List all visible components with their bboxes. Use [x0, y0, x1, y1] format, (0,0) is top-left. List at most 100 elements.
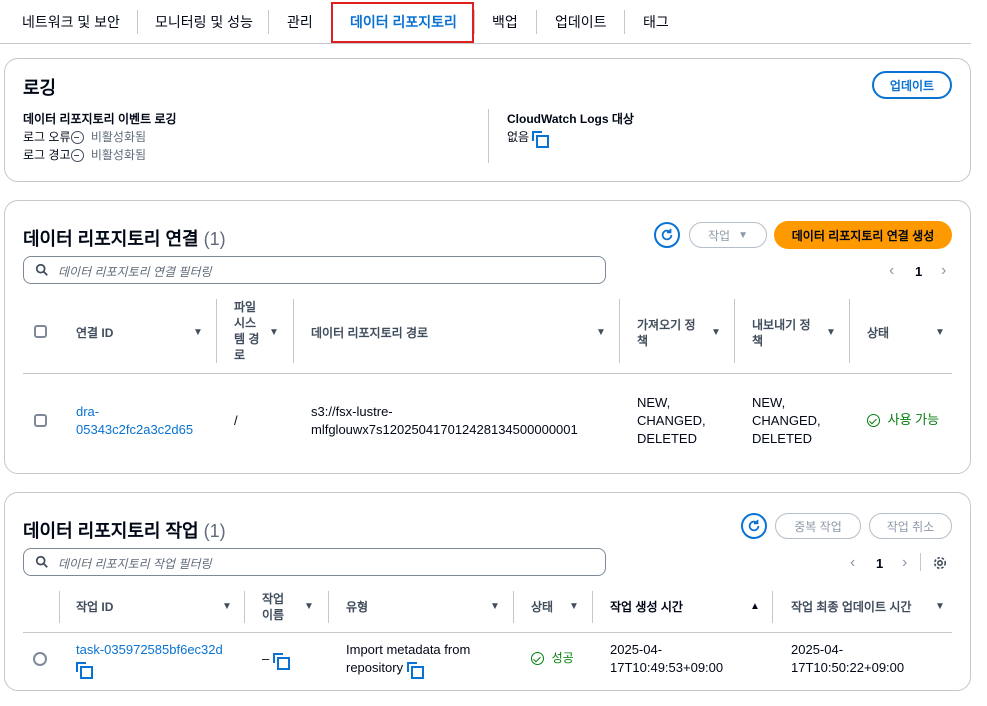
header-line: 시스 — [234, 316, 257, 330]
updated-line: 17T10:50:22+09:00 — [791, 660, 905, 675]
associations-title: 데이터 리포지토리 연결 — [23, 229, 199, 249]
tasks-title-row: 데이터 리포지토리 작업 (1) — [23, 517, 226, 543]
task-created-cell: 2025-04- 17T10:49:53+09:00 — [610, 641, 723, 677]
task-name-value: – — [262, 651, 270, 666]
chevron-right-icon[interactable]: › — [902, 554, 907, 572]
policy-line: CHANGED, — [637, 413, 706, 428]
tab-administration[interactable]: 관리 — [287, 12, 313, 32]
search-icon — [35, 263, 48, 276]
caret-down-icon[interactable]: ▼ — [935, 601, 945, 612]
caret-down-icon[interactable]: ▼ — [269, 327, 279, 338]
col-creation-time[interactable]: 작업 생성 시간 — [610, 599, 683, 615]
column-divider — [734, 299, 735, 363]
caret-down-icon[interactable]: ▼ — [222, 601, 232, 612]
header-line: 로 — [234, 348, 246, 362]
status-success-icon — [867, 414, 880, 428]
associations-filter-placeholder: 데이터 리포지토리 연결 필터링 — [58, 265, 212, 279]
col-association-id[interactable]: 연결 ID — [76, 325, 113, 341]
status-disabled-icon — [70, 131, 84, 145]
task-name-cell: – — [262, 650, 290, 670]
col-type[interactable]: 유형 — [346, 599, 368, 615]
caret-down-icon[interactable]: ▼ — [596, 327, 606, 338]
associations-count: (1) — [203, 229, 226, 249]
logging-title: 로깅 — [23, 78, 57, 98]
page-number[interactable]: 1 — [876, 556, 883, 571]
page-number[interactable]: 1 — [915, 264, 922, 279]
data-repository-tasks-panel: 데이터 리포지토리 작업 (1) 중복 작업 작업 취소 데이터 리포지토리 작… — [4, 492, 971, 691]
policy-line: NEW, — [637, 395, 671, 410]
header-divider — [23, 373, 952, 374]
caret-down-icon[interactable]: ▼ — [490, 601, 500, 612]
tasks-filter-input[interactable]: 데이터 리포지토리 작업 필터링 — [23, 548, 606, 576]
tab-divider — [474, 10, 475, 34]
log-warnings-value: 비활성화됨 — [90, 148, 147, 162]
caret-down-icon[interactable]: ▼ — [569, 601, 579, 612]
row-checkbox[interactable] — [34, 414, 47, 427]
copy-icon[interactable] — [532, 130, 550, 148]
caret-down-icon[interactable]: ▼ — [935, 327, 945, 338]
row-radio[interactable] — [33, 652, 47, 666]
col-task-status[interactable]: 상태 — [531, 599, 553, 615]
policy-line: DELETED — [637, 431, 697, 446]
create-association-button[interactable]: 데이터 리포지토리 연결 생성 — [774, 221, 952, 249]
select-all-checkbox[interactable] — [34, 325, 47, 338]
caret-down-icon[interactable]: ▼ — [304, 601, 314, 612]
tab-divider — [624, 10, 625, 34]
sort-ascending-icon[interactable]: ▲ — [750, 601, 760, 612]
cloudwatch-label: CloudWatch Logs 대상 — [507, 112, 634, 126]
log-errors-label: 로그 오류 — [23, 130, 71, 144]
chevron-right-icon[interactable]: › — [941, 262, 946, 280]
associations-filter-input[interactable]: 데이터 리포지토리 연결 필터링 — [23, 256, 606, 284]
refresh-icon — [748, 519, 760, 532]
cancel-task-button[interactable]: 작업 취소 — [869, 513, 952, 539]
col-last-updated-time[interactable]: 작업 최종 업데이트 시간 — [791, 599, 911, 615]
log-warnings-row: 로그 경고 비활성화됨 — [23, 146, 146, 163]
header-line: 가져오기 정 — [637, 318, 696, 332]
refresh-button[interactable] — [654, 222, 680, 248]
settings-icon[interactable] — [933, 556, 947, 570]
chevron-left-icon[interactable]: ‹ — [850, 554, 855, 572]
duplicate-task-button[interactable]: 중복 작업 — [775, 513, 861, 539]
policy-line: DELETED — [752, 431, 812, 446]
col-task-name[interactable]: 작업 이름 — [262, 591, 284, 623]
policy-line: CHANGED, — [752, 413, 821, 428]
col-file-system-path[interactable]: 파일 시스 템 경 로 — [234, 299, 259, 363]
repository-path-line: mlfglouwx7s120250417012428134500000001 — [311, 422, 578, 437]
association-id-link[interactable]: dra- 05343c2fc2a3c2d65 — [76, 403, 193, 439]
refresh-button[interactable] — [741, 513, 767, 539]
task-id-link[interactable]: task-035972585bf6ec32d — [76, 641, 223, 659]
copy-icon[interactable] — [272, 652, 290, 670]
caret-down-icon[interactable]: ▼ — [193, 327, 203, 338]
task-id-cell: task-035972585bf6ec32d — [76, 641, 223, 679]
tab-divider — [137, 10, 138, 34]
tab-updates[interactable]: 업데이트 — [555, 12, 607, 32]
pager-divider — [920, 553, 921, 571]
created-line: 2025-04- — [610, 642, 663, 657]
tab-tags[interactable]: 태그 — [643, 12, 669, 32]
column-divider — [328, 591, 329, 623]
chevron-left-icon[interactable]: ‹ — [889, 262, 894, 280]
logging-update-button[interactable]: 업데이트 — [872, 71, 952, 99]
col-status[interactable]: 상태 — [867, 325, 889, 341]
repository-path-line: s3://fsx-lustre- — [311, 404, 393, 419]
actions-label: 작업 — [708, 228, 731, 243]
caret-down-icon[interactable]: ▼ — [826, 327, 836, 338]
header-divider — [23, 632, 952, 633]
associations-actions-button[interactable]: 작업 ▼ — [689, 222, 767, 248]
copy-icon[interactable] — [76, 661, 93, 679]
col-task-id[interactable]: 작업 ID — [76, 599, 113, 615]
col-export-policy[interactable]: 내보내기 정 책 — [752, 317, 811, 349]
copy-icon[interactable] — [406, 661, 424, 679]
tab-backup[interactable]: 백업 — [492, 12, 518, 32]
tab-monitoring[interactable]: 모니터링 및 성능 — [155, 12, 253, 32]
association-id-line: dra- — [76, 404, 100, 419]
data-repository-associations-panel: 데이터 리포지토리 연결 (1) 작업 ▼ 데이터 리포지토리 연결 생성 데이… — [4, 200, 971, 474]
col-repository-path[interactable]: 데이터 리포지토리 경로 — [311, 325, 428, 341]
caret-down-icon[interactable]: ▼ — [711, 327, 721, 338]
column-divider — [592, 591, 593, 623]
column-divider — [849, 299, 850, 363]
tab-network-security[interactable]: 네트워크 및 보안 — [22, 12, 120, 32]
header-line: 파일 — [234, 300, 257, 314]
col-import-policy[interactable]: 가져오기 정 책 — [637, 317, 696, 349]
column-divider — [619, 299, 620, 363]
